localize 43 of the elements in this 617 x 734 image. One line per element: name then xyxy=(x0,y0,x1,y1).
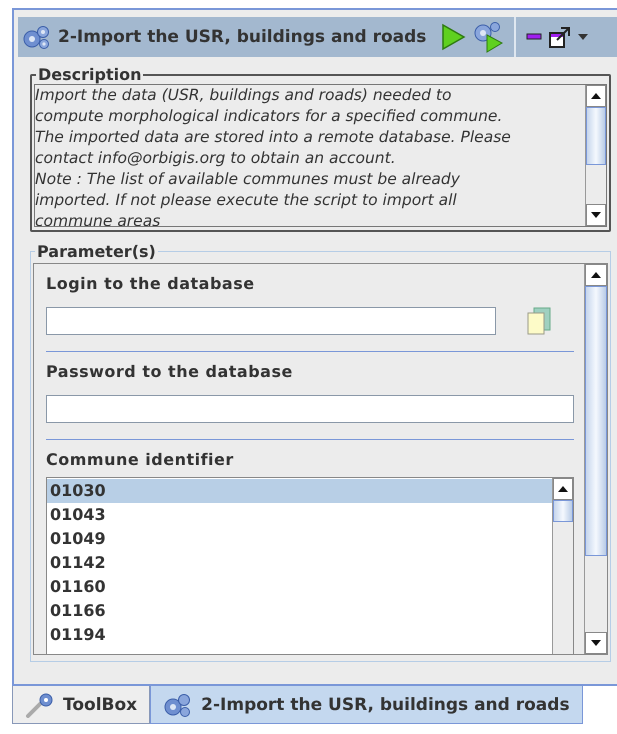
gears-icon xyxy=(22,24,52,50)
list-item[interactable]: 01166 xyxy=(47,599,552,623)
scroll-down-icon[interactable] xyxy=(591,212,601,218)
scroll-up-icon[interactable] xyxy=(558,486,568,492)
input-field[interactable] xyxy=(46,307,496,335)
scrollbar-thumb[interactable] xyxy=(553,500,573,522)
list-item[interactable]: 01142 xyxy=(47,551,552,575)
scrollbar-thumb[interactable] xyxy=(586,107,606,166)
scrollbar[interactable] xyxy=(585,85,606,226)
description-legend: Description xyxy=(36,65,144,84)
field-label: Password to the database xyxy=(46,362,294,381)
panel-title: 2-Import the USR, buildings and roads xyxy=(58,27,426,47)
scrollbar[interactable] xyxy=(584,264,607,654)
scrollbar-thumb[interactable] xyxy=(585,286,607,556)
description-line: commune areas xyxy=(35,211,162,226)
list-item[interactable]: 01194 xyxy=(47,623,552,647)
input-field[interactable] xyxy=(46,395,574,423)
list-item[interactable]: 01160 xyxy=(47,575,552,599)
scroll-up-icon[interactable] xyxy=(591,272,601,278)
description-line: imported. If not please execute the script to import all xyxy=(35,190,458,211)
gear-run-icon[interactable] xyxy=(472,21,504,53)
field-label: Login to the database xyxy=(46,274,256,293)
description-line: compute morphological indicators for a specified commune. xyxy=(35,106,504,127)
parameters-legend: Parameter(s) xyxy=(35,242,158,261)
minimize-icon[interactable] xyxy=(526,33,542,41)
scroll-down-icon[interactable] xyxy=(591,640,601,646)
float-window-icon[interactable] xyxy=(548,25,572,49)
list-item[interactable]: 01049 xyxy=(47,527,552,551)
list-item[interactable]: 01043 xyxy=(47,503,552,527)
description-line: Note : The list of available communes must be already xyxy=(35,169,461,190)
scroll-up-icon[interactable] xyxy=(591,93,601,99)
dropdown-caret-icon[interactable] xyxy=(578,34,588,40)
description-line: Import the data (USR, buildings and roads) needed to xyxy=(35,85,452,106)
run-icon[interactable] xyxy=(440,23,466,51)
list-item[interactable]: 01030 xyxy=(47,479,552,503)
description-line: The imported data are stored into a remote database. Please xyxy=(35,127,512,148)
wrench-gear-icon xyxy=(25,692,55,718)
tab[interactable]: ToolBox xyxy=(12,686,150,724)
field-label: Commune identifier xyxy=(46,450,235,469)
description-line: contact info@orbigis.org to obtain an account. xyxy=(35,148,397,169)
scrollbar[interactable] xyxy=(552,478,573,654)
tab[interactable]: 2-Import the USR, buildings and roads xyxy=(150,686,583,724)
copy-icon[interactable] xyxy=(526,307,552,335)
